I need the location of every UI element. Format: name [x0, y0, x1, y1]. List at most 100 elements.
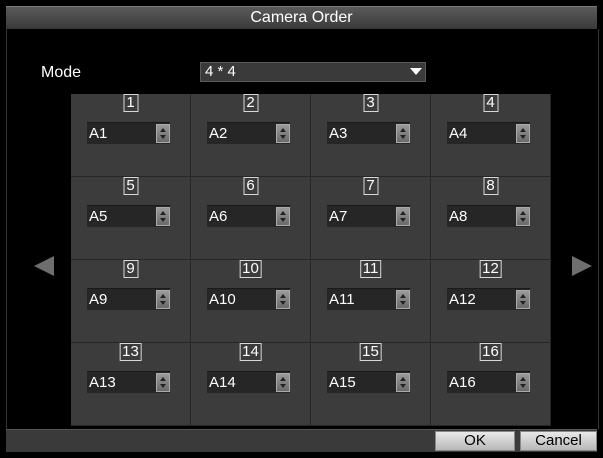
spinner-icon[interactable] — [276, 207, 290, 226]
chevron-down-icon — [520, 384, 526, 388]
spinner-icon[interactable] — [276, 124, 290, 143]
spinner-icon[interactable] — [156, 290, 170, 309]
camera-select[interactable]: A6 — [207, 205, 290, 227]
chevron-up-icon — [400, 211, 406, 215]
chevron-down-icon — [160, 301, 166, 305]
grid-cell: 16 A16 — [431, 343, 551, 426]
camera-select[interactable]: A15 — [327, 371, 410, 393]
spinner-icon[interactable] — [276, 373, 290, 392]
camera-select[interactable]: A13 — [87, 371, 170, 393]
camera-select[interactable]: A4 — [447, 122, 530, 144]
mode-select[interactable]: 4 * 4 — [200, 62, 426, 82]
grid-cell: 12 A12 — [431, 260, 551, 343]
camera-select-value: A13 — [89, 374, 116, 391]
camera-select-value: A8 — [449, 208, 468, 225]
cell-number: 10 — [239, 260, 262, 278]
camera-select-value: A14 — [209, 374, 236, 391]
cell-number: 1 — [123, 94, 138, 112]
chevron-up-icon — [280, 128, 286, 132]
spinner-icon[interactable] — [396, 290, 410, 309]
grid-cell: 8 A8 — [431, 177, 551, 260]
cancel-button[interactable]: Cancel — [520, 431, 597, 451]
camera-select[interactable]: A8 — [447, 205, 530, 227]
camera-select[interactable]: A9 — [87, 288, 170, 310]
grid-cell: 10 A10 — [191, 260, 311, 343]
camera-select-value: A10 — [209, 291, 236, 308]
cell-number: 11 — [359, 260, 382, 278]
cell-number: 2 — [243, 94, 258, 112]
cell-number: 3 — [363, 94, 378, 112]
chevron-up-icon — [520, 128, 526, 132]
grid-cell: 2 A2 — [191, 94, 311, 177]
cell-number: 5 — [123, 177, 138, 195]
camera-select[interactable]: A10 — [207, 288, 290, 310]
grid-cell: 14 A14 — [191, 343, 311, 426]
camera-grid: 1 A1 2 A2 3 A3 4 A4 5 A5 6 A6 7 A7 8 A8 9 A9 10 A10 11 A11 12 A… — [71, 94, 551, 426]
camera-select-value: A6 — [209, 208, 228, 225]
spinner-icon[interactable] — [396, 373, 410, 392]
grid-cell: 7 A7 — [311, 177, 431, 260]
spinner-icon[interactable] — [156, 124, 170, 143]
camera-select-value: A4 — [449, 125, 468, 142]
chevron-up-icon — [400, 294, 406, 298]
spinner-icon[interactable] — [156, 373, 170, 392]
grid-cell: 15 A15 — [311, 343, 431, 426]
camera-select-value: A1 — [89, 125, 108, 142]
camera-select-value: A9 — [89, 291, 108, 308]
chevron-up-icon — [280, 294, 286, 298]
camera-select[interactable]: A2 — [207, 122, 290, 144]
grid-cell: 3 A3 — [311, 94, 431, 177]
spinner-icon[interactable] — [396, 207, 410, 226]
camera-select[interactable]: A11 — [327, 288, 410, 310]
spinner-icon[interactable] — [396, 124, 410, 143]
chevron-down-icon — [280, 135, 286, 139]
cell-number: 13 — [119, 343, 142, 361]
camera-select[interactable]: A14 — [207, 371, 290, 393]
grid-cell: 9 A9 — [71, 260, 191, 343]
camera-select[interactable]: A7 — [327, 205, 410, 227]
cell-number: 14 — [239, 343, 262, 361]
spinner-icon[interactable] — [516, 207, 530, 226]
chevron-down-icon — [400, 301, 406, 305]
chevron-down-icon — [280, 301, 286, 305]
dialog-title: Camera Order — [6, 6, 597, 30]
camera-select-value: A16 — [449, 374, 476, 391]
chevron-down-icon — [280, 218, 286, 222]
chevron-up-icon — [520, 294, 526, 298]
chevron-up-icon — [400, 128, 406, 132]
camera-select[interactable]: A1 — [87, 122, 170, 144]
camera-select-value: A7 — [329, 208, 348, 225]
ok-button[interactable]: OK — [435, 431, 515, 451]
camera-select-value: A15 — [329, 374, 356, 391]
chevron-up-icon — [280, 211, 286, 215]
cell-number: 16 — [479, 343, 502, 361]
camera-select-value: A5 — [89, 208, 108, 225]
cell-number: 15 — [359, 343, 382, 361]
chevron-up-icon — [280, 377, 286, 381]
right-arrow-icon[interactable] — [572, 256, 592, 276]
spinner-icon[interactable] — [516, 373, 530, 392]
camera-select[interactable]: A5 — [87, 205, 170, 227]
dialog-title-text: Camera Order — [250, 9, 353, 26]
cell-number: 4 — [483, 94, 498, 112]
camera-select[interactable]: A12 — [447, 288, 530, 310]
chevron-down-icon — [520, 218, 526, 222]
cell-number: 12 — [479, 260, 502, 278]
spinner-icon[interactable] — [156, 207, 170, 226]
spinner-icon[interactable] — [516, 290, 530, 309]
camera-select-value: A2 — [209, 125, 228, 142]
spinner-icon[interactable] — [516, 124, 530, 143]
grid-cell: 13 A13 — [71, 343, 191, 426]
spinner-icon[interactable] — [276, 290, 290, 309]
chevron-down-icon — [400, 384, 406, 388]
chevron-up-icon — [160, 377, 166, 381]
camera-select[interactable]: A16 — [447, 371, 530, 393]
chevron-up-icon — [160, 211, 166, 215]
left-arrow-icon[interactable] — [34, 256, 54, 276]
camera-select[interactable]: A3 — [327, 122, 410, 144]
cell-number: 8 — [483, 177, 498, 195]
chevron-down-icon — [160, 218, 166, 222]
chevron-down-icon — [400, 135, 406, 139]
camera-order-dialog: Camera Order Mode 4 * 4 1 A1 2 A2 3 A3 4 A4 5 A5 6… — [0, 0, 603, 458]
chevron-up-icon — [160, 128, 166, 132]
